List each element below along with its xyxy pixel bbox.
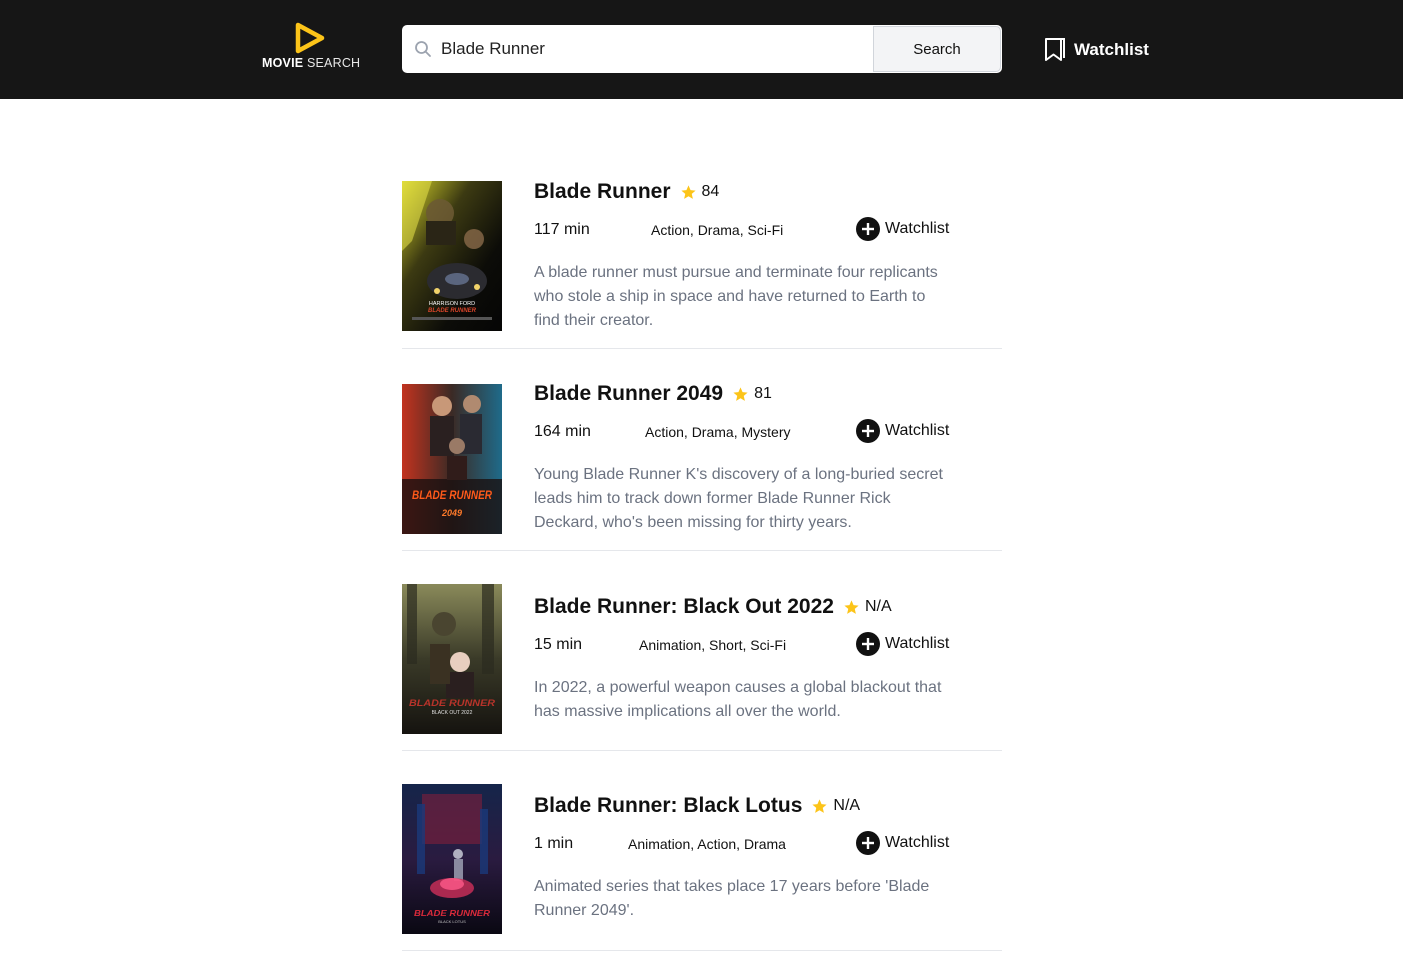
watchlist-nav-label: Watchlist	[1074, 39, 1149, 59]
movie-info: Blade Runner 2049 81 164 min Action, Dra…	[534, 382, 964, 535]
svg-text:BLADE RUNNER: BLADE RUNNER	[409, 698, 496, 708]
movie-plot: In 2022, a powerful weapon causes a glob…	[534, 679, 942, 720]
title-row: Blade Runner 2049 81	[534, 382, 964, 406]
play-logo-icon	[295, 22, 325, 54]
svg-text:HARRISON FORD: HARRISON FORD	[429, 301, 475, 307]
meta-row: 1 min Animation, Action, Drama Watchlist	[534, 831, 964, 857]
star-icon	[680, 184, 696, 199]
search-icon	[415, 41, 431, 57]
svg-text:BLADE RUNNER: BLADE RUNNER	[414, 909, 490, 918]
logo-text: MOVIE SEARCH	[262, 56, 361, 70]
add-to-watchlist-button[interactable]: Watchlist	[856, 217, 949, 241]
bookmark-icon	[1045, 38, 1065, 61]
movie-poster[interactable]: HARRISON FORD BLADE RUNNER	[402, 181, 502, 331]
add-to-watchlist-button[interactable]: Watchlist	[856, 831, 949, 855]
plus-circle-icon	[856, 217, 880, 241]
movie-genres: Action, Drama, Mystery	[645, 424, 791, 440]
star-icon	[844, 599, 859, 614]
meta-row: 15 min Animation, Short, Sci-Fi Watchlis…	[534, 632, 964, 658]
movie-item: HARRISON FORD BLADE RUNNER Blade Runner …	[402, 180, 1002, 349]
star-icon	[812, 798, 827, 813]
title-row: Blade Runner 84	[534, 180, 964, 204]
svg-text:BLACK LOTUS: BLACK LOTUS	[438, 919, 466, 924]
movie-runtime: 164 min	[534, 423, 591, 440]
plus-circle-icon	[856, 419, 880, 443]
movie-poster[interactable]: BLADE RUNNER BLACK LOTUS	[402, 784, 502, 934]
title-row: Blade Runner: Black Lotus N/A	[534, 794, 964, 818]
plus-circle-icon	[856, 831, 880, 855]
plus-circle-icon	[856, 632, 880, 656]
movie-plot: A blade runner must pursue and terminate…	[534, 264, 938, 329]
movie-plot: Animated series that takes place 17 year…	[534, 878, 930, 919]
movie-runtime: 15 min	[534, 636, 583, 653]
svg-text:2049: 2049	[441, 508, 462, 518]
movie-title[interactable]: Blade Runner	[534, 180, 671, 204]
svg-text:BLACK OUT 2022: BLACK OUT 2022	[432, 710, 473, 716]
movie-genres: Animation, Short, Sci-Fi	[639, 637, 787, 653]
search-form: Search	[402, 25, 1002, 73]
movie-poster[interactable]: BLADE RUNNER BLACK OUT 2022	[402, 584, 502, 734]
search-input[interactable]	[402, 25, 873, 73]
movie-title[interactable]: Blade Runner: Black Lotus	[534, 794, 802, 818]
movie-runtime: 117 min	[534, 221, 590, 238]
movie-info: Blade Runner: Black Lotus N/A 1 min Anim…	[534, 794, 964, 923]
movie-genres: Action, Drama, Sci-Fi	[651, 222, 784, 238]
movie-poster[interactable]: BLADE RUNNER 2049	[402, 384, 502, 534]
movie-plot: Young Blade Runner K's discovery of a lo…	[534, 466, 943, 531]
movie-rating: N/A	[864, 598, 892, 615]
movie-rating: N/A	[833, 797, 861, 814]
search-input-wrap	[402, 25, 873, 73]
movie-info: Blade Runner 84 117 min Action, Drama, S…	[534, 180, 964, 333]
svg-text:BLADE RUNNER: BLADE RUNNER	[428, 308, 477, 314]
meta-row: 164 min Action, Drama, Mystery Watchlist	[534, 419, 964, 445]
top-header: MOVIE SEARCH Search Watchlist	[0, 0, 1403, 99]
add-to-watchlist-button[interactable]: Watchlist	[856, 419, 949, 443]
watchlist-nav-link[interactable]: Watchlist	[1044, 37, 1149, 62]
movie-rating: 81	[754, 385, 772, 402]
add-to-watchlist-label: Watchlist	[885, 422, 950, 439]
movie-rating: 84	[701, 183, 720, 200]
movie-title[interactable]: Blade Runner 2049	[534, 382, 723, 406]
star-icon	[733, 386, 748, 401]
add-to-watchlist-label: Watchlist	[885, 220, 950, 237]
movie-title[interactable]: Blade Runner: Black Out 2022	[534, 595, 834, 619]
add-to-watchlist-label: Watchlist	[885, 635, 950, 652]
svg-text:BLADE RUNNER: BLADE RUNNER	[412, 488, 492, 502]
movie-info: Blade Runner: Black Out 2022 N/A 15 min …	[534, 595, 964, 724]
movie-runtime: 1 min	[534, 835, 574, 852]
search-button[interactable]: Search	[873, 26, 1001, 72]
title-row: Blade Runner: Black Out 2022 N/A	[534, 595, 964, 619]
add-to-watchlist-label: Watchlist	[885, 834, 950, 851]
logo[interactable]: MOVIE SEARCH	[262, 22, 361, 70]
movie-genres: Animation, Action, Drama	[628, 836, 786, 852]
meta-row: 117 min Action, Drama, Sci-Fi Watchlist	[534, 217, 964, 243]
add-to-watchlist-button[interactable]: Watchlist	[856, 632, 949, 656]
